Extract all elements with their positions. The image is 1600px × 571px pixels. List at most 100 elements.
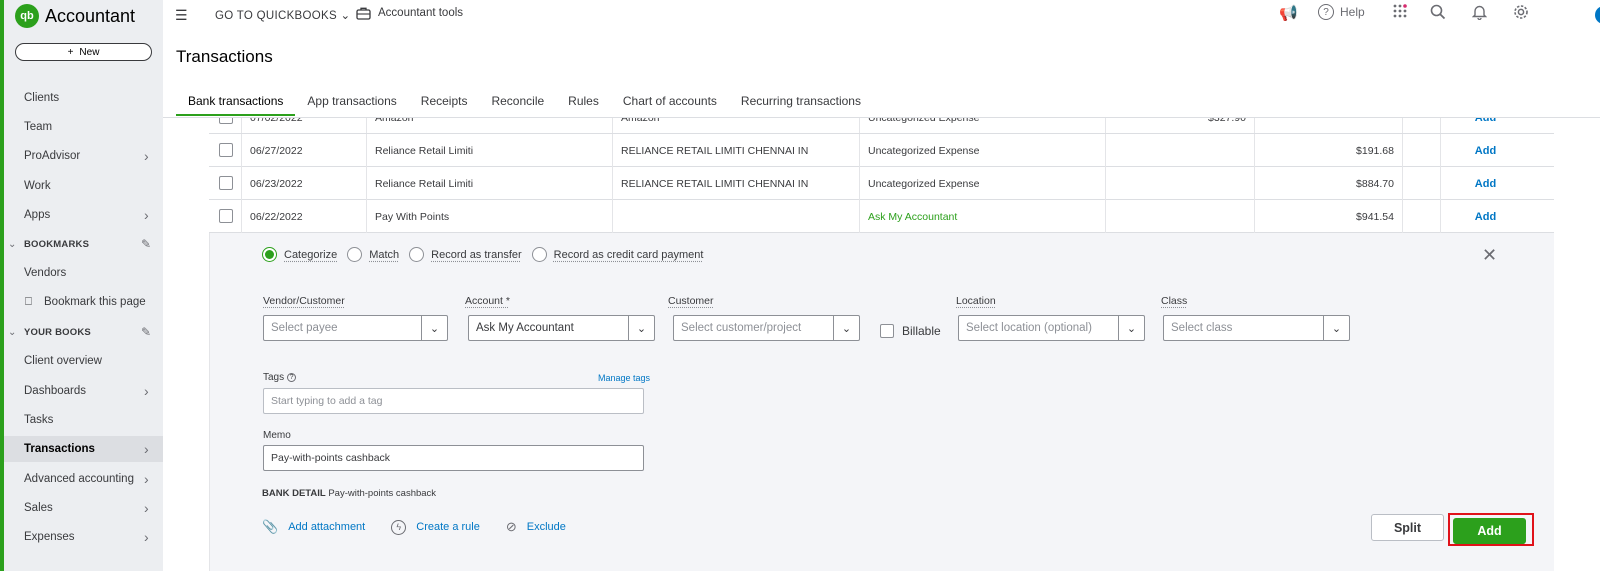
manage-tags-link[interactable]: Manage tags xyxy=(598,373,650,383)
radio-match[interactable] xyxy=(347,247,362,262)
row-category[interactable]: Uncategorized Expense xyxy=(859,118,1105,134)
chevron-down-icon[interactable]: ⌄ xyxy=(833,316,859,340)
page-title: Transactions xyxy=(176,47,273,67)
row-add-link[interactable]: Add xyxy=(1440,118,1530,134)
exclude-link[interactable]: Exclude xyxy=(527,521,566,533)
row-checkbox[interactable] xyxy=(219,143,233,157)
row-description: Pay With Points xyxy=(366,200,612,233)
row-date: 06/23/2022 xyxy=(241,167,366,200)
your-books-section[interactable]: ⌄ YOUR BOOKS ✎ xyxy=(4,319,163,345)
row-checkbox[interactable] xyxy=(219,118,233,124)
split-button[interactable]: Split xyxy=(1371,514,1444,541)
row-payee xyxy=(612,200,859,233)
radio-categorize[interactable] xyxy=(262,247,277,262)
tab-reconcile[interactable]: Reconcile xyxy=(479,94,556,116)
table-row[interactable]: 06/27/2022 Reliance Retail Limiti RELIAN… xyxy=(209,134,1554,167)
sidebar-item-team[interactable]: Team xyxy=(4,114,163,140)
row-spacer xyxy=(1402,118,1440,134)
close-icon[interactable]: ✕ xyxy=(1482,245,1497,266)
sidebar-item-clients[interactable]: Clients xyxy=(4,85,163,111)
tab-app-transactions[interactable]: App transactions xyxy=(295,94,408,116)
tab-chart-of-accounts[interactable]: Chart of accounts xyxy=(611,94,729,116)
accountant-tools-label: Accountant tools xyxy=(378,7,463,19)
tab-recurring-transactions[interactable]: Recurring transactions xyxy=(729,94,873,116)
sidebar-item-tasks[interactable]: Tasks xyxy=(4,407,163,433)
table-row[interactable]: 07/02/2022 Amazon Amazon Uncategorized E… xyxy=(209,118,1554,134)
bell-icon[interactable] xyxy=(1472,4,1487,24)
chevron-down-icon: ⌄ xyxy=(340,10,350,22)
row-checkbox[interactable] xyxy=(219,209,233,223)
sidebar-item-dashboards[interactable]: Dashboards › xyxy=(4,378,163,404)
tab-bank-transactions[interactable]: Bank transactions xyxy=(176,94,295,116)
chevron-down-icon[interactable]: ⌄ xyxy=(1323,316,1349,340)
new-button[interactable]: + New xyxy=(15,43,152,61)
create-rule-link[interactable]: Create a rule xyxy=(416,521,480,533)
account-value: Ask My Accountant xyxy=(476,322,574,334)
sidebar-item-client-overview[interactable]: Client overview xyxy=(4,348,163,374)
row-category[interactable]: Ask My Accountant xyxy=(859,200,1105,233)
sidebar-item-transactions[interactable]: Transactions › xyxy=(4,436,163,462)
row-category[interactable]: Uncategorized Expense xyxy=(859,167,1105,200)
bookmark-this-page[interactable]: ⎕ Bookmark this page xyxy=(4,289,163,315)
search-icon[interactable] xyxy=(1430,4,1446,24)
menu-collapse-icon[interactable]: ☰ xyxy=(175,7,188,24)
radio-record-transfer-label[interactable]: Record as transfer xyxy=(431,249,521,261)
location-select[interactable]: Select location (optional) ⌄ xyxy=(958,315,1145,341)
radio-record-cc-payment[interactable] xyxy=(532,247,547,262)
chevron-down-icon[interactable]: ⌄ xyxy=(628,316,654,340)
pencil-icon[interactable]: ✎ xyxy=(141,325,151,339)
billable-checkbox[interactable]: Billable xyxy=(880,324,941,338)
logo[interactable]: qb Accountant xyxy=(15,4,135,28)
sidebar-item-apps[interactable]: Apps › xyxy=(4,202,163,228)
billable-box[interactable] xyxy=(880,324,894,338)
radio-record-transfer[interactable] xyxy=(409,247,424,262)
bank-detail: BANK DETAIL Pay-with-points cashback xyxy=(262,488,436,499)
radio-record-cc-payment-label[interactable]: Record as credit card payment xyxy=(554,249,704,261)
row-add-link[interactable]: Add xyxy=(1440,167,1530,200)
sidebar-item-advanced-accounting[interactable]: Advanced accounting › xyxy=(4,466,163,492)
avatar[interactable]: S xyxy=(1595,6,1600,24)
chevron-down-icon: ⌄ xyxy=(8,239,16,250)
accountant-tools-button[interactable]: Accountant tools xyxy=(356,6,463,20)
tab-rules[interactable]: Rules xyxy=(556,94,611,116)
lightning-icon: ϟ xyxy=(391,520,406,535)
class-select[interactable]: Select class ⌄ xyxy=(1163,315,1350,341)
gear-icon[interactable] xyxy=(1513,4,1529,24)
bookmarks-section[interactable]: ⌄ BOOKMARKS ✎ xyxy=(4,231,163,257)
table-row-selected[interactable]: 06/22/2022 Pay With Points Ask My Accoun… xyxy=(209,200,1554,233)
radio-categorize-label[interactable]: Categorize xyxy=(284,249,337,261)
tags-input[interactable]: Start typing to add a tag xyxy=(263,388,644,414)
chevron-down-icon[interactable]: ⌄ xyxy=(421,316,447,340)
megaphone-icon[interactable]: 📢 xyxy=(1279,4,1298,22)
table-row[interactable]: 06/23/2022 Reliance Retail Limiti RELIAN… xyxy=(209,167,1554,200)
help-button[interactable]: ? Help xyxy=(1318,4,1365,20)
radio-match-label[interactable]: Match xyxy=(369,249,399,261)
row-add-link[interactable]: Add xyxy=(1440,200,1530,233)
customer-select[interactable]: Select customer/project ⌄ xyxy=(673,315,860,341)
vendor-customer-select[interactable]: Select payee ⌄ xyxy=(263,315,448,341)
sidebar-item-vendors[interactable]: Vendors xyxy=(4,260,163,286)
chevron-down-icon[interactable]: ⌄ xyxy=(1118,316,1144,340)
add-attachment-link[interactable]: Add attachment xyxy=(288,521,365,533)
row-checkbox[interactable] xyxy=(219,176,233,190)
sidebar-item-work[interactable]: Work xyxy=(4,173,163,199)
sidebar-item-sales[interactable]: Sales › xyxy=(4,495,163,521)
vendor-customer-label: Vendor/Customer xyxy=(263,295,345,307)
info-icon[interactable]: ? xyxy=(287,373,296,382)
sidebar-item-expenses[interactable]: Expenses › xyxy=(4,524,163,550)
bank-detail-label: BANK DETAIL xyxy=(262,488,326,499)
pencil-icon[interactable]: ✎ xyxy=(141,237,151,251)
memo-input[interactable]: Pay-with-points cashback xyxy=(263,445,644,471)
row-spent xyxy=(1105,200,1254,233)
go-to-quickbooks-label: GO TO QUICKBOOKS xyxy=(215,10,337,22)
tab-receipts[interactable]: Receipts xyxy=(409,94,480,116)
add-button[interactable]: Add xyxy=(1453,518,1526,544)
row-received: $884.70 xyxy=(1254,167,1402,200)
chevron-right-icon: › xyxy=(144,529,149,545)
account-select[interactable]: Ask My Accountant ⌄ xyxy=(468,315,655,341)
go-to-quickbooks-dropdown[interactable]: GO TO QUICKBOOKS ⌄ xyxy=(215,8,350,22)
row-add-link[interactable]: Add xyxy=(1440,134,1530,167)
sidebar-item-proadvisor[interactable]: ProAdvisor › xyxy=(4,143,163,169)
row-category[interactable]: Uncategorized Expense xyxy=(859,134,1105,167)
apps-grid-icon[interactable] xyxy=(1393,4,1407,22)
